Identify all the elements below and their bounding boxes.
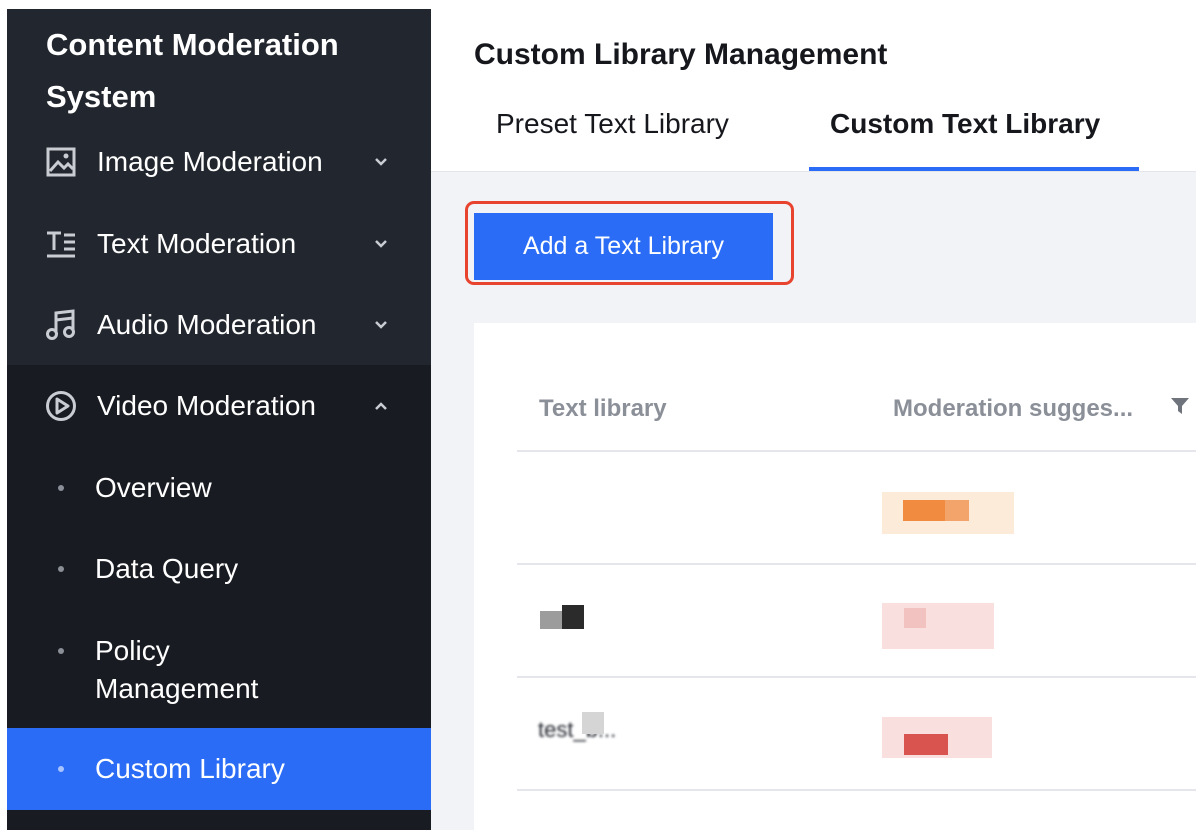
bullet-dot: [58, 485, 64, 491]
sidebar-subitem-label: Overview: [95, 472, 212, 503]
redacted-library-name: [562, 605, 584, 629]
sidebar-subitem-custom-library[interactable]: Custom Library: [7, 728, 431, 810]
redacted-library-name: [540, 611, 562, 629]
redacted-library-name: [582, 712, 604, 734]
sidebar-item-label: Text Moderation: [97, 228, 297, 259]
sidebar-subitem-policy-management[interactable]: Policy Management: [7, 611, 431, 728]
table-header-divider: [517, 450, 1196, 452]
text-icon: [45, 228, 77, 260]
row-divider: [517, 676, 1196, 678]
brand-title: Content Moderation System: [46, 19, 406, 123]
row-divider: [517, 789, 1196, 791]
chevron-up-icon: [371, 396, 391, 416]
filter-icon[interactable]: [1170, 396, 1190, 416]
redacted-badge-inner: [945, 500, 969, 521]
image-icon: [45, 146, 77, 178]
chevron-down-icon: [371, 315, 391, 335]
brand-title-line1: Content Moderation: [46, 27, 339, 62]
redacted-badge-inner: [904, 734, 948, 755]
sidebar-item-image-moderation[interactable]: Image Moderation: [7, 121, 431, 203]
column-header-text-library: Text library: [539, 395, 667, 422]
sidebar-item-text-moderation[interactable]: Text Moderation: [7, 203, 431, 285]
sidebar-item-audio-moderation[interactable]: Audio Moderation: [7, 284, 431, 366]
bullet-dot: [58, 566, 64, 572]
sidebar-item-label: Image Moderation: [97, 146, 323, 177]
page-header: Custom Library Management Preset Text Li…: [431, 0, 1196, 171]
sidebar-subitem-overview[interactable]: Overview: [7, 447, 431, 529]
chevron-down-icon: [371, 234, 391, 254]
redacted-suggestion-badge: [882, 603, 994, 649]
sidebar-item-video-moderation[interactable]: Video Moderation: [7, 365, 431, 447]
chevron-down-icon: [371, 152, 391, 172]
column-header-moderation-suggestion: Moderation sugges...: [893, 395, 1134, 422]
sidebar-item-label: Audio Moderation: [97, 309, 317, 340]
library-name: test_b...: [538, 717, 617, 742]
add-text-library-button[interactable]: Add a Text Library: [474, 213, 773, 280]
sidebar-subitem-label: Custom Library: [95, 753, 285, 784]
brand-title-line2: System: [46, 79, 157, 114]
row-divider: [517, 563, 1196, 565]
redacted-badge-inner: [904, 608, 926, 628]
bullet-dot: [58, 766, 64, 772]
page-title: Custom Library Management: [474, 38, 888, 71]
bullet-dot: [58, 648, 64, 654]
play-circle-icon: [45, 390, 77, 422]
sidebar-subitem-data-query[interactable]: Data Query: [7, 529, 431, 611]
sidebar-subitem-label: Policy Management: [95, 635, 259, 704]
tab-preset-text-library[interactable]: Preset Text Library: [496, 108, 729, 171]
music-note-icon: [45, 309, 77, 341]
tab-custom-text-library[interactable]: Custom Text Library: [830, 108, 1100, 171]
sidebar: Content Moderation System Image Moderati…: [7, 9, 431, 830]
sidebar-item-label: Video Moderation: [97, 390, 316, 421]
sidebar-subitem-label: Data Query: [95, 553, 239, 584]
